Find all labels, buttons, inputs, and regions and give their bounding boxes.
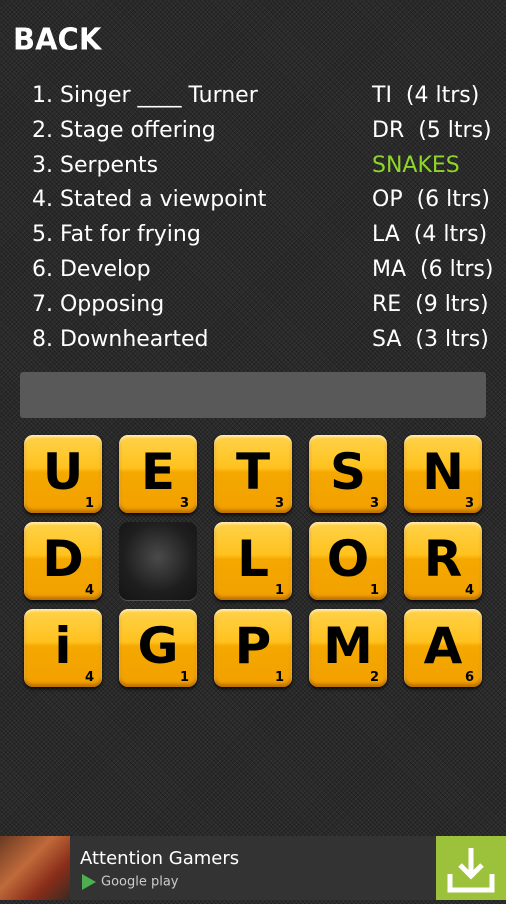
tile-letter: S <box>329 443 366 501</box>
letter-tile[interactable]: T3 <box>214 435 292 513</box>
clue-hint: LA (4 ltrs) <box>372 222 488 248</box>
letter-tile[interactable]: S3 <box>309 435 387 513</box>
tile-points: 4 <box>464 583 474 598</box>
tile-points: 1 <box>274 583 284 598</box>
clue-row: 7. Opposing RE (9 ltrs) <box>32 288 502 322</box>
clue-hint: DR (5 ltrs) <box>372 117 492 143</box>
tile-letter: M <box>323 617 373 675</box>
clue-row: 5. Fat for frying LA (4 ltrs) <box>32 218 502 252</box>
letter-tile[interactable]: A6 <box>404 609 482 687</box>
tile-letter: i <box>54 617 72 675</box>
clue-row: 3. Serpents SNAKES <box>32 149 502 183</box>
ad-image[interactable] <box>0 836 70 900</box>
tile-letter: N <box>422 443 464 501</box>
clue-row: 8. Downhearted SA (3 ltrs) <box>32 323 502 357</box>
tile-points: 4 <box>84 670 94 685</box>
letter-tile[interactable]: M2 <box>309 609 387 687</box>
clue-hint: OP (6 ltrs) <box>372 187 490 213</box>
download-icon <box>447 848 495 893</box>
tile-letter: R <box>423 530 463 588</box>
tile-letter: U <box>42 443 84 501</box>
clue-question: 8. Downhearted <box>32 326 209 352</box>
tile-points: 3 <box>464 496 474 511</box>
letter-tile[interactable]: E3 <box>119 435 197 513</box>
clue-hint: SA (3 ltrs) <box>372 326 489 352</box>
tile-points: 1 <box>274 670 284 685</box>
clue-question: 1. Singer ____ Turner <box>32 83 258 108</box>
ad-download-button[interactable] <box>436 836 506 900</box>
letter-tile[interactable]: D4 <box>24 522 102 600</box>
tile-letter: L <box>237 530 269 588</box>
clue-hint: RE (9 ltrs) <box>372 291 489 317</box>
clue-row: 2. Stage offering DR (5 ltrs) <box>32 114 502 148</box>
tile-points: 1 <box>179 670 189 685</box>
letter-tile[interactable]: U1 <box>24 435 102 513</box>
tile-points: 3 <box>369 496 379 511</box>
back-button[interactable]: BACK <box>13 21 101 57</box>
letter-tile[interactable]: R4 <box>404 522 482 600</box>
tile-points: 1 <box>369 583 379 598</box>
google-play-icon <box>82 874 96 890</box>
tile-points: 6 <box>464 670 474 685</box>
clue-row: 4. Stated a viewpoint OP (6 ltrs) <box>32 183 502 217</box>
tile-letter: A <box>423 617 463 675</box>
clue-row: 6. Develop MA (6 ltrs) <box>32 253 502 287</box>
ad-title[interactable]: Attention Gamers <box>80 848 239 869</box>
ad-banner[interactable]: Attention Gamers Google play <box>0 836 506 900</box>
clue-question: 4. Stated a viewpoint <box>32 187 267 213</box>
tile-points: 3 <box>179 496 189 511</box>
letter-tile[interactable]: N3 <box>404 435 482 513</box>
letter-tile[interactable]: G1 <box>119 609 197 687</box>
empty-tile-slot <box>119 522 197 600</box>
tile-points: 1 <box>84 496 94 511</box>
tile-letter: G <box>137 617 179 675</box>
clue-question: 5. Fat for frying <box>32 222 201 248</box>
clue-question: 3. Serpents <box>32 152 159 178</box>
tile-points: 2 <box>369 670 379 685</box>
tile-points: 4 <box>84 583 94 598</box>
answer-input[interactable] <box>20 372 486 418</box>
tile-points: 3 <box>274 496 284 511</box>
clue-hint: MA (6 ltrs) <box>372 257 494 282</box>
clue-question: 2. Stage offering <box>32 117 216 143</box>
ad-store: Google play <box>82 874 179 890</box>
tile-letter: E <box>140 443 176 501</box>
ad-store-label: Google play <box>101 874 179 890</box>
letter-tile[interactable]: L1 <box>214 522 292 600</box>
letter-tile[interactable]: P1 <box>214 609 292 687</box>
letter-tile[interactable]: i4 <box>24 609 102 687</box>
tile-letter: P <box>234 617 272 675</box>
clue-hint: SNAKES <box>372 152 460 178</box>
clue-row: 1. Singer ____ Turner TI (4 ltrs) <box>32 79 502 113</box>
clue-hint: TI (4 ltrs) <box>372 83 480 108</box>
letter-tile[interactable]: O1 <box>309 522 387 600</box>
clue-question: 6. Develop <box>32 257 151 282</box>
clue-question: 7. Opposing <box>32 291 165 317</box>
tile-letter: D <box>42 530 84 588</box>
tile-letter: T <box>235 443 271 501</box>
tile-letter: O <box>326 530 370 588</box>
